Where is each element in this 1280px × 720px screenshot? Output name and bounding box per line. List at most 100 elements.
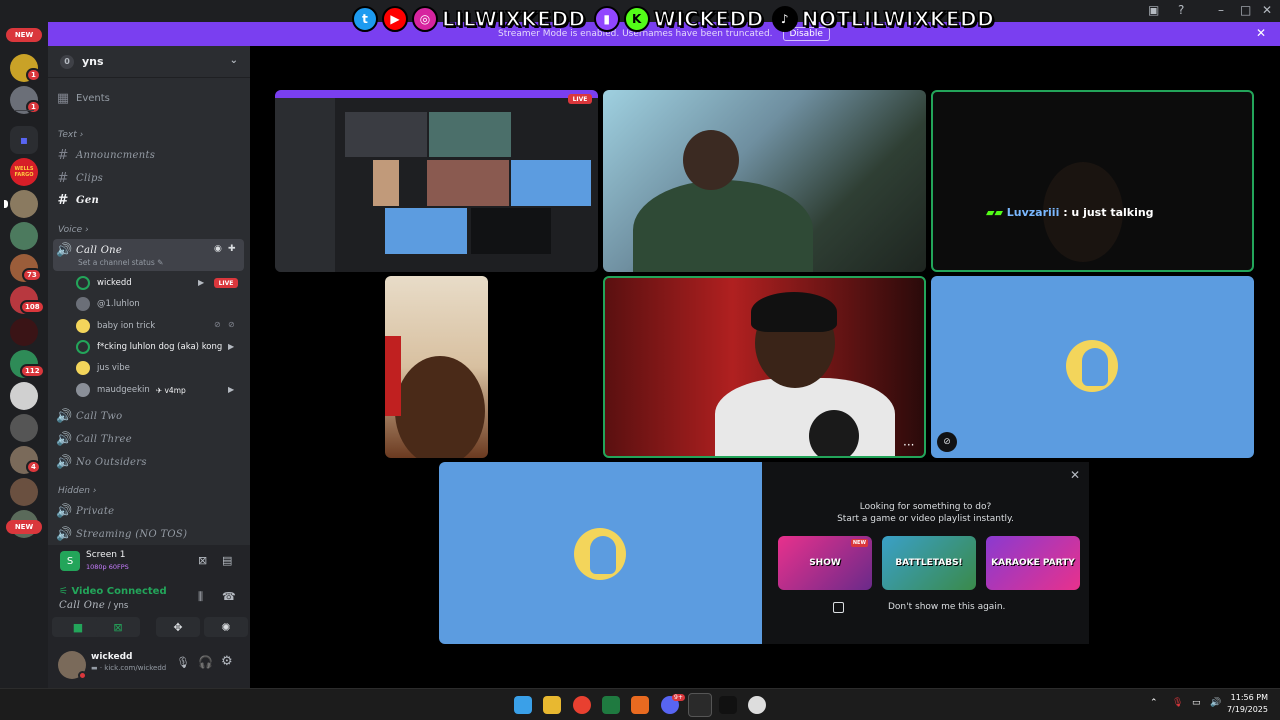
video-icon: ▶ (228, 385, 235, 394)
server-icon[interactable] (10, 414, 38, 442)
gamepad-icon: ✥ (173, 620, 183, 634)
guild-header[interactable]: 0 yns ⌄ (48, 46, 250, 78)
youtube-icon: ▶ (382, 6, 408, 32)
voice-user-name: wickedd (97, 278, 132, 288)
stream-app-icon[interactable] (688, 693, 712, 717)
soundboard-icon: ✺ (221, 620, 231, 634)
default-avatar (574, 528, 626, 580)
noise-suppression-icon[interactable]: ⫼ (198, 590, 203, 604)
app-icon[interactable] (748, 696, 766, 714)
chat-name: Luvzariii (1006, 206, 1060, 219)
voice-channel-no-outsiders[interactable]: 🔊 No Outsiders (56, 452, 147, 472)
channel-status[interactable]: Set a channel status ✎ (78, 258, 163, 267)
voice-channel-call-two[interactable]: 🔊 Call Two (56, 406, 122, 426)
voice-user[interactable]: jus vibe (76, 358, 130, 378)
activity-game-tile[interactable]: BATTLETABS! (882, 536, 976, 590)
invite-icon[interactable]: ✚ (228, 244, 236, 254)
channel-announcments[interactable]: # Announcments (56, 145, 155, 165)
voice-channel-call-three[interactable]: 🔊 Call Three (56, 429, 132, 449)
disconnect-icon[interactable]: ☎ (222, 590, 236, 603)
app-icon[interactable] (631, 696, 649, 714)
video-icon: ▶ (198, 278, 205, 287)
video-tile-portrait[interactable] (385, 276, 488, 458)
channel-clips[interactable]: # Clips (56, 168, 103, 188)
close-banner-icon[interactable]: ✕ (1256, 26, 1266, 40)
inbox-icon[interactable]: ▣ (1148, 3, 1159, 17)
video-tile-webcam[interactable] (603, 90, 926, 272)
speaker-icon: 🔊 (56, 526, 73, 542)
maximize-button[interactable]: □ (1240, 3, 1251, 17)
voice-user[interactable]: baby ion trick (76, 316, 155, 336)
clock[interactable]: 11:56 PM 7/19/2025 (1226, 693, 1268, 714)
screen-share-button[interactable]: ⊠ (96, 617, 140, 637)
screen-title: Screen 1 (86, 550, 126, 560)
activity-game-tile[interactable]: KARAOKE PARTY (986, 536, 1080, 590)
chat-text: : u just talking (1063, 206, 1154, 219)
voice-user-name: maudgeekin (97, 385, 150, 395)
taskbar: 9+ ⌃ 🎙 ▭ 🔊 11:56 PM 7/19/2025 (0, 688, 1280, 720)
close-window-button[interactable]: ✕ (1262, 3, 1272, 17)
server-badge: 4 (26, 460, 41, 474)
calendar-icon: ▦ (56, 90, 70, 106)
activity-game-tile[interactable]: SHOW NEW (778, 536, 872, 590)
game-name: SHOW (809, 558, 841, 568)
chat-bubble-icon[interactable]: ◉ (214, 244, 222, 254)
voice-user[interactable]: maudgeekin ✈ v4mp (76, 380, 186, 400)
volume-icon[interactable]: 🔊 (1210, 698, 1221, 708)
nested-tile (511, 160, 591, 206)
avatar (76, 383, 90, 397)
more-options-icon[interactable]: ··· (903, 438, 914, 452)
channel-name: No Outsiders (76, 456, 147, 468)
voice-channel-call-one-row[interactable]: 🔊 Call One (56, 240, 122, 260)
headphones-icon[interactable]: 🎧 (198, 655, 213, 669)
category-hidden[interactable]: Hidden › (58, 486, 96, 496)
file-explorer-icon[interactable] (543, 696, 561, 714)
folder-icon[interactable]: ▪ (10, 126, 38, 154)
server-badge: 1 (26, 100, 41, 114)
microphone-icon[interactable]: 🎙 (176, 656, 190, 669)
soundboard-button[interactable]: ✺ (204, 617, 248, 637)
voice-user[interactable]: f*cking luhlon dog (aka) kong (76, 337, 222, 357)
video-tile-avatar[interactable]: ⊘ (931, 276, 1254, 458)
tray-chevron-icon[interactable]: ⌃ (1150, 698, 1158, 708)
server-icon[interactable] (10, 318, 38, 346)
voice-user[interactable]: @1.luhlon (76, 294, 140, 314)
xbox-icon[interactable] (602, 696, 620, 714)
channel-name: Announcments (76, 149, 156, 161)
server-icon[interactable] (10, 222, 38, 250)
app-icon[interactable] (719, 696, 737, 714)
avatar (76, 319, 90, 333)
channel-gen[interactable]: # Gen (56, 190, 99, 210)
video-tile-streamer[interactable]: ··· (603, 276, 926, 458)
start-icon[interactable] (514, 696, 532, 714)
tiktok-icon: ♪ (771, 6, 798, 32)
gear-icon[interactable]: ⚙ (221, 654, 233, 669)
category-voice[interactable]: Voice › (58, 225, 89, 235)
voice-channel-private[interactable]: 🔊 Private (56, 501, 114, 521)
dont-show-checkbox[interactable] (833, 602, 844, 613)
server-wells-fargo[interactable]: WELLS FARGO (10, 158, 38, 186)
server-icon[interactable] (10, 478, 38, 506)
stream-settings-icon[interactable]: ▤ (222, 554, 232, 567)
events-item[interactable]: ▦ Events (56, 88, 110, 108)
video-tile-avatar-large[interactable] (439, 462, 762, 644)
screen-share-tile[interactable]: LIVE (275, 90, 598, 272)
connection-channel[interactable]: Call One / yns (59, 600, 128, 611)
server-icon[interactable] (10, 382, 38, 410)
close-icon[interactable]: ✕ (1070, 468, 1080, 482)
category-text[interactable]: Text › (58, 130, 83, 140)
chrome-icon[interactable] (573, 696, 591, 714)
minimize-button[interactable]: – (1218, 3, 1224, 17)
video-person-beanie (751, 292, 837, 332)
help-icon[interactable]: ? (1178, 3, 1184, 17)
server-icon[interactable] (10, 190, 38, 218)
video-object (385, 336, 401, 416)
channel-name: Gen (76, 194, 100, 206)
voice-user[interactable]: wickedd (76, 273, 132, 293)
video-tile-dark[interactable] (931, 90, 1254, 272)
activities-button[interactable]: ✥ (156, 617, 200, 637)
kick-icon: K (623, 6, 650, 32)
nested-activity (471, 208, 551, 254)
voice-channel-streaming[interactable]: 🔊 Streaming (NO TOS) (56, 524, 187, 544)
stop-stream-icon[interactable]: ⊠ (198, 554, 207, 567)
